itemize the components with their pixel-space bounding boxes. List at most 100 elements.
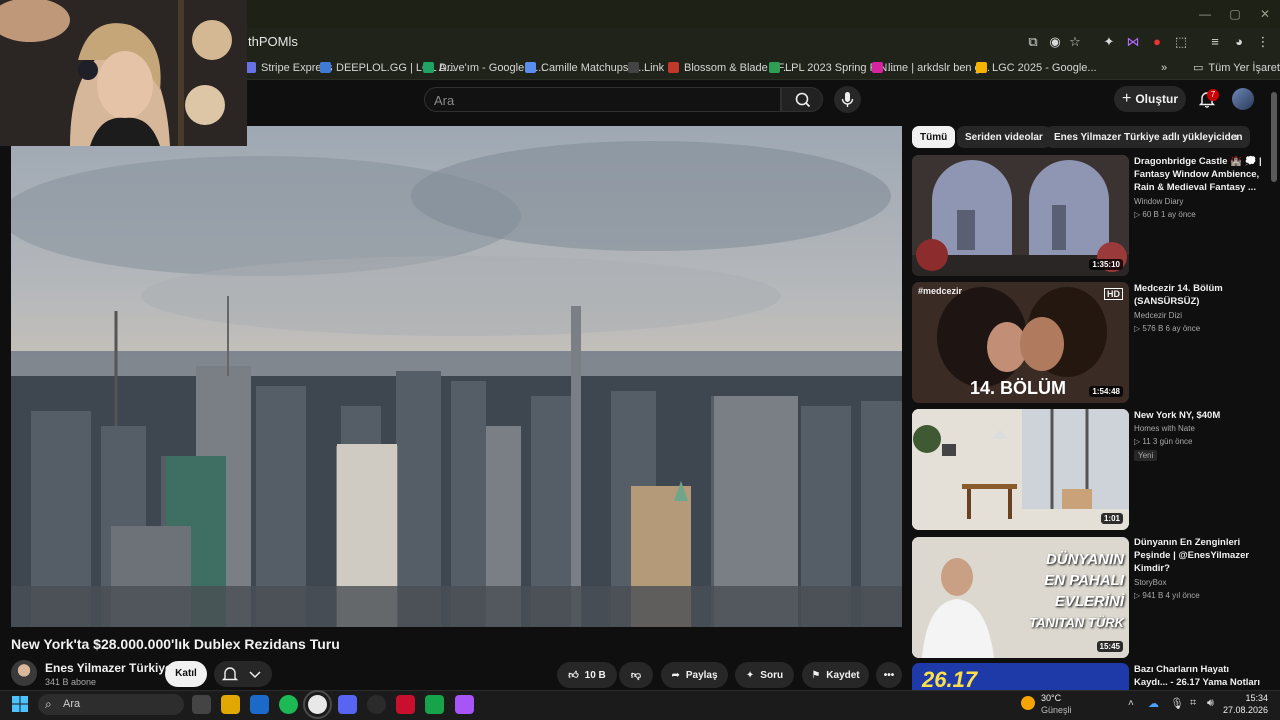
close-icon[interactable]: ✕: [1250, 4, 1280, 24]
search-icon: ⌕: [45, 697, 52, 711]
share-icon: ➦: [671, 669, 680, 681]
interior-room-art: [912, 409, 1129, 530]
eye-off-icon[interactable]: ◉: [1046, 33, 1064, 51]
create-button[interactable]: + Oluştur: [1114, 86, 1186, 112]
chip-uploader[interactable]: Enes Yilmazer Türkiye adlı yükleyiciden: [1046, 126, 1251, 148]
duration-badge: 1:01: [1100, 513, 1123, 524]
cast-icon[interactable]: ⧉: [1024, 33, 1042, 51]
discord-icon[interactable]: [338, 695, 357, 714]
search-button[interactable]: [781, 87, 823, 112]
steam-icon[interactable]: [250, 695, 269, 714]
volume-icon[interactable]: 🔊︎: [1207, 697, 1214, 710]
clock-time[interactable]: 15:34: [1236, 693, 1268, 703]
dislike-button[interactable]: 👎︎: [619, 662, 653, 688]
video-frame-skyline: [11, 126, 902, 627]
bookmarks-overflow-icon[interactable]: »: [1161, 59, 1167, 76]
related-thumbnail[interactable]: DÜNYANIN EN PAHALI EVLERİNİ TANITAN TÜRK…: [912, 537, 1129, 658]
menu-icon[interactable]: ⋮: [1254, 33, 1272, 51]
maximize-icon[interactable]: ▢: [1220, 4, 1250, 24]
chevron-right-icon[interactable]: ›: [1234, 128, 1239, 144]
more-actions-button[interactable]: •••: [876, 662, 902, 688]
extension-icon-3[interactable]: ●: [1148, 33, 1166, 51]
related-title[interactable]: Dünyanın En Zenginleri Peşinde | @EnesYi…: [1134, 536, 1262, 575]
bookmark-item[interactable]: lime | arkdslr ben g...: [872, 59, 990, 76]
channel-avatar[interactable]: [11, 660, 37, 686]
file-explorer-icon[interactable]: [221, 695, 240, 714]
related-title[interactable]: Bazı Charların Hayatı Kaydı... - 26.17 Y…: [1134, 663, 1262, 690]
notification-count-badge: 7: [1207, 89, 1219, 101]
drive-icon: [976, 62, 987, 73]
related-channel[interactable]: Window Diary: [1134, 197, 1183, 206]
castle-window-art: [912, 155, 1129, 276]
related-meta: ▷ 941 B 4 yıl önce: [1134, 591, 1200, 600]
task-view-icon[interactable]: [192, 695, 211, 714]
network-icon[interactable]: ⌗: [1190, 697, 1196, 710]
related-meta: ▷ 60 B 1 ay önce: [1134, 210, 1196, 219]
related-channel[interactable]: Medcezir Dizi: [1134, 311, 1182, 320]
bookmark-icon: [668, 62, 679, 73]
game-client-icon[interactable]: [396, 695, 415, 714]
related-title[interactable]: Dragonbridge Castle 🏰 💭 | Fantasy Window…: [1134, 155, 1262, 194]
tray-overflow-icon[interactable]: ˄: [1128, 698, 1134, 709]
join-button[interactable]: Katıl: [165, 661, 207, 687]
more-icon: •••: [883, 669, 895, 681]
voice-search-button[interactable]: [834, 86, 861, 113]
obs-icon[interactable]: [367, 695, 386, 714]
sheets-icon: [769, 62, 780, 73]
bookmark-item[interactable]: Camille Matchups -...: [525, 59, 644, 76]
microphone-icon[interactable]: 🎙︎: [1170, 697, 1184, 710]
cloud-icon[interactable]: ☁: [1148, 697, 1159, 710]
minimize-icon[interactable]: —: [1190, 4, 1220, 24]
video-player[interactable]: [11, 126, 902, 627]
plus-icon: +: [1121, 90, 1132, 107]
start-button[interactable]: [12, 696, 28, 717]
ask-button[interactable]: ✦ Soru: [735, 662, 794, 688]
profile-icon[interactable]: ◕: [1230, 33, 1248, 51]
chip-all[interactable]: Tümü: [912, 126, 956, 148]
spotify-icon[interactable]: [279, 695, 298, 714]
taskbar-search-placeholder: Ara: [63, 698, 81, 710]
all-bookmarks[interactable]: ▭Tüm Yer İşaretleri: [1193, 59, 1280, 76]
star-icon[interactable]: ☆: [1066, 33, 1084, 51]
chrome-icon[interactable]: [303, 690, 332, 719]
related-meta: ▷ 11 3 gün önce: [1134, 437, 1193, 446]
related-title[interactable]: New York NY, $40M: [1134, 409, 1262, 422]
extension-icon-1[interactable]: ✦: [1100, 33, 1118, 51]
puzzle-icon[interactable]: ⬚: [1172, 33, 1190, 51]
app-icon[interactable]: [425, 695, 444, 714]
thumbs-down-icon: 👎︎: [630, 670, 642, 681]
extension-icon-2[interactable]: ⋈: [1124, 33, 1142, 51]
sun-icon[interactable]: [1021, 696, 1035, 710]
channel-name[interactable]: Enes Yilmazer Türkiye: [45, 661, 172, 675]
bookmark-icon: [525, 62, 536, 73]
subscription-bell-button[interactable]: [214, 661, 272, 687]
thumbs-up-icon: 👍︎: [568, 670, 579, 681]
related-channel[interactable]: StoryBox: [1134, 578, 1166, 587]
share-button[interactable]: ➦ Paylaş: [661, 662, 728, 688]
related-thumbnail[interactable]: #medcezir HD 14. BÖLÜM 1:54:48: [912, 282, 1129, 403]
clock-date[interactable]: 27.08.2026: [1220, 705, 1268, 715]
twitch-icon[interactable]: [455, 695, 474, 714]
weather-temp[interactable]: 30°C: [1041, 693, 1061, 703]
duration-badge: 15:45: [1096, 641, 1123, 652]
related-thumbnail[interactable]: 26.17: [912, 663, 1129, 690]
save-button[interactable]: ⚑ Kaydet: [802, 662, 869, 688]
related-thumbnail[interactable]: 1:01: [912, 409, 1129, 530]
related-channel[interactable]: Homes with Nate: [1134, 424, 1195, 433]
search-input[interactable]: [434, 92, 764, 108]
bookmark-item[interactable]: Link: [628, 59, 664, 76]
account-avatar[interactable]: [1232, 88, 1254, 110]
bookmark-item[interactable]: LGC 2025 - Google...: [976, 59, 1097, 76]
chip-series[interactable]: Seriden videolar: [957, 126, 1051, 148]
related-thumbnail[interactable]: 1:35:10: [912, 155, 1129, 276]
reading-list-icon[interactable]: ≡: [1206, 33, 1224, 51]
related-meta: ▷ 576 B 6 ay önce: [1134, 324, 1201, 333]
scrollbar-thumb[interactable]: [1271, 92, 1277, 182]
webcam-overlay: [0, 0, 247, 146]
weather-desc[interactable]: Güneşli: [1041, 705, 1072, 715]
like-button[interactable]: 👍︎ 10 B: [557, 662, 617, 688]
taskbar-search[interactable]: ⌕ Ara: [38, 694, 184, 715]
search-icon: [795, 92, 811, 108]
url-text[interactable]: thPOMls: [248, 34, 298, 49]
related-title[interactable]: Medcezir 14. Bölüm (SANSÜRSÜZ): [1134, 282, 1262, 308]
